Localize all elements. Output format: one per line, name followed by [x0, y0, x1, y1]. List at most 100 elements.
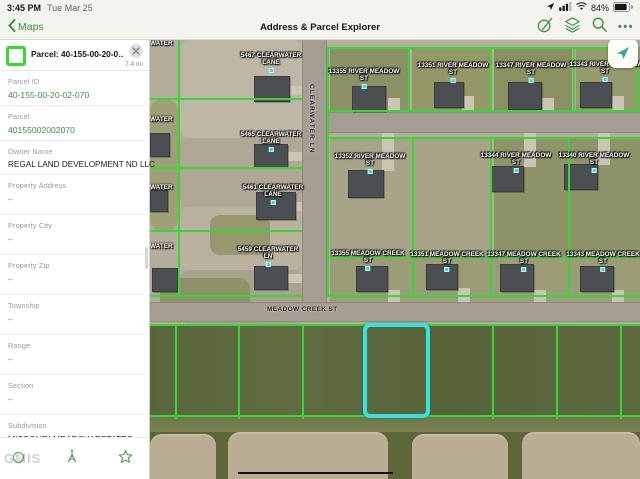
back-label: Maps — [18, 21, 44, 33]
gis-logo: GMIS — [4, 451, 42, 466]
parcel-line — [150, 230, 302, 232]
river-meadow-street-road — [327, 112, 640, 133]
field-property-zip: Property Zip – — [0, 255, 144, 295]
parcel-point-marker — [365, 266, 371, 271]
parcel-point-marker — [268, 147, 274, 152]
parcel-line — [327, 47, 640, 49]
battery-icon — [613, 1, 633, 14]
selected-parcel-highlight[interactable] — [363, 323, 430, 418]
field-parcel-id: Parcel ID 40-155-00-20-02-070 — [0, 71, 144, 106]
logo-globe-icon — [13, 452, 24, 463]
driveway — [290, 86, 302, 95]
house — [580, 82, 612, 108]
close-button[interactable] — [129, 44, 143, 58]
nav-bar: Maps Address & Parcel Explorer ••• — [0, 15, 640, 40]
house — [152, 268, 178, 292]
field-township: Township – — [0, 295, 144, 335]
address-label[interactable]: 13344 RIVER MEADOW ST — [481, 152, 551, 173]
address-label[interactable]: 5459 CLEARWATER LN — [238, 246, 298, 267]
parcel-point-marker — [600, 267, 606, 272]
parcel-line — [408, 47, 410, 110]
chevron-left-icon — [8, 19, 16, 35]
parcel-line — [620, 324, 622, 419]
meadow-creek-street-road — [150, 302, 640, 322]
parcel-line — [150, 295, 302, 297]
address-label[interactable]: 13347 MEADOW CREEK ST — [487, 251, 561, 272]
paper-plane-icon — [617, 47, 629, 59]
house — [434, 82, 464, 108]
location-arrow-icon — [546, 2, 555, 13]
parcel-line — [175, 324, 177, 419]
draw-tool-icon[interactable] — [537, 17, 553, 38]
field-property-address: Property Address – — [0, 175, 144, 215]
field-parcel: Parcel 40155002002070 — [0, 106, 144, 141]
clock: 3:45 PM — [7, 2, 42, 13]
driveway — [288, 152, 302, 161]
address-label[interactable]: 5467 CLEARWATER LANE — [241, 52, 301, 73]
antenna-icon[interactable] — [64, 447, 80, 470]
edge-address-label: WATER — [150, 243, 173, 250]
parcel-point-marker — [591, 168, 597, 173]
back-button[interactable]: Maps — [8, 19, 44, 35]
parcel-point-marker — [268, 68, 274, 73]
parcel-point-marker — [513, 168, 519, 173]
more-icon[interactable]: ••• — [618, 22, 634, 33]
parcel-panel-header: Parcel: 40-155-00-20-0… 7.4 mi — [0, 40, 149, 71]
parcel-line — [492, 324, 494, 419]
favorite-star-icon[interactable] — [118, 449, 133, 469]
distance-badge: 7.4 mi — [125, 61, 143, 68]
status-bar: 3:45 PM Tue Mar 25 84% — [0, 0, 640, 15]
address-label[interactable]: 13343 MEADOW CREEK ST — [566, 251, 640, 272]
field-property-city: Property City – — [0, 215, 144, 255]
cellular-signal-icon — [559, 2, 572, 13]
parcel-line — [556, 324, 558, 419]
house — [150, 133, 170, 157]
address-label[interactable]: 13351 MEADOW CREEK ST — [410, 251, 484, 272]
street-label-clearwater-ln: CLEARWATER LN — [308, 84, 315, 154]
parcel-point-marker — [521, 267, 527, 272]
driveway — [288, 274, 302, 283]
parcel-map[interactable]: CLEARWATER LN MEADOW CREEK ST WATER WATE… — [150, 40, 640, 479]
address-label[interactable]: 13355 MEADOW CREEK ST — [331, 250, 405, 271]
wifi-icon — [576, 2, 587, 13]
parcel-line — [238, 324, 240, 419]
parcel-point-marker — [367, 169, 373, 174]
parcel-line — [150, 167, 302, 169]
house — [150, 190, 168, 212]
clearwater-lane-road — [302, 40, 327, 302]
locate-button[interactable] — [608, 40, 638, 68]
street-label-meadow-creek-st: MEADOW CREEK ST — [267, 306, 338, 313]
field-range: Range – — [0, 335, 144, 375]
panel-footer: GMIS — [0, 437, 149, 479]
address-label[interactable]: 5465 CLEARWATER LANE — [241, 131, 301, 152]
parcel-line — [302, 324, 304, 419]
parcel-panel-title: Parcel: 40-155-00-20-0… — [31, 49, 123, 59]
panel-scrollbar[interactable] — [145, 247, 148, 269]
battery-percent: 84% — [590, 2, 609, 13]
search-icon[interactable] — [592, 17, 607, 37]
date: Tue Mar 25 — [47, 2, 93, 13]
close-icon — [132, 47, 140, 55]
parcel-info-panel: Parcel: 40-155-00-20-0… 7.4 mi Parcel ID… — [0, 40, 155, 479]
dirt-mound — [150, 434, 216, 479]
parcel-point-marker — [528, 78, 534, 83]
parcel-line — [412, 139, 414, 256]
field-section: Section – — [0, 375, 144, 415]
parcel-fields-list: Parcel ID 40-155-00-20-02-070 Parcel 401… — [0, 71, 155, 479]
address-label[interactable]: 13340 RIVER MEADOW ST — [559, 152, 629, 173]
house — [254, 266, 288, 290]
address-label[interactable]: 13351 RIVER MEADOW ST — [418, 62, 488, 83]
parcel-point-marker — [270, 200, 276, 205]
layers-icon[interactable] — [564, 16, 581, 38]
address-label[interactable]: 13352 RIVER MEADOW ST — [335, 153, 405, 174]
edge-address-label: WATER — [150, 116, 173, 123]
parcel-point-marker — [444, 267, 450, 272]
edge-address-label: WATER — [150, 40, 173, 47]
parcel-point-marker — [265, 262, 271, 267]
parcel-line — [327, 295, 640, 297]
address-label[interactable]: 5461 CLEARWATER LANE — [243, 184, 303, 205]
dirt-mound — [522, 432, 640, 479]
address-label[interactable]: 13355 RIVER MEADOW ST — [329, 68, 399, 89]
parcel-line — [490, 47, 492, 110]
address-label[interactable]: 13347 RIVER MEADOW ST — [496, 62, 566, 83]
